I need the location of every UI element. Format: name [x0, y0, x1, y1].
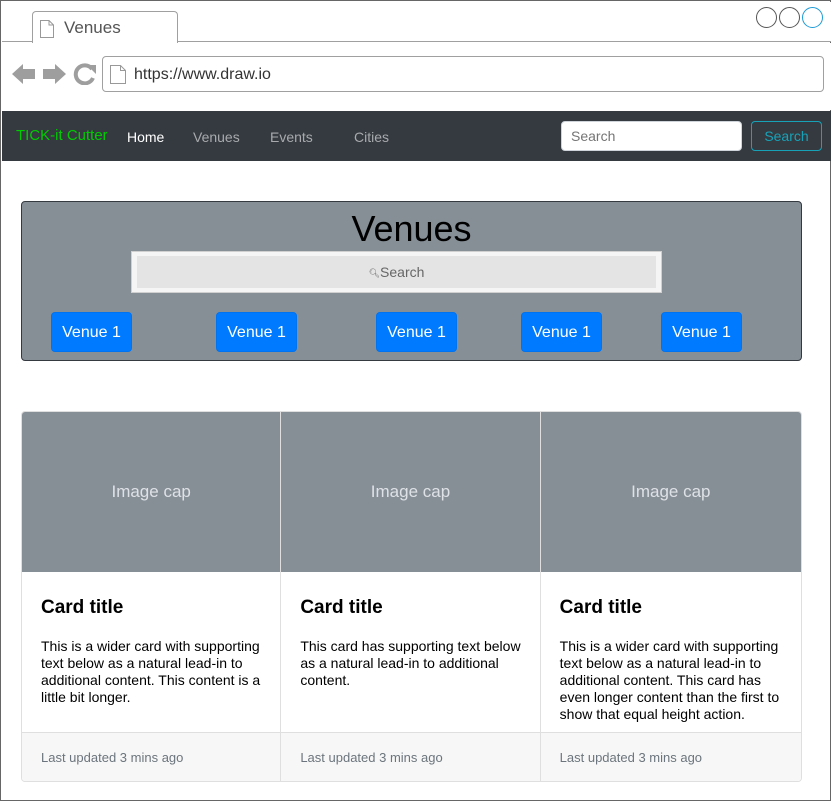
venue-button[interactable]: Venue 1 — [216, 312, 297, 352]
image-caption: Image cap — [111, 482, 191, 501]
card-title: Card title — [300, 597, 383, 618]
card-footer: Last updated 3 mins ago — [22, 732, 281, 781]
address-bar[interactable]: https://www.draw.io — [102, 56, 824, 92]
card-text: This is a wider card with supporting tex… — [41, 638, 261, 705]
card-text: This is a wider card with supporting tex… — [559, 638, 780, 722]
browser-tab[interactable]: Venues — [32, 11, 178, 44]
venue-button[interactable]: Venue 1 — [376, 312, 457, 352]
back-arrow-icon[interactable] — [12, 63, 36, 85]
document-icon — [40, 20, 54, 38]
navbar: TICK-it Cutter Home Venues Events Cities… — [2, 111, 831, 161]
url-text: https://www.draw.io — [134, 66, 271, 83]
navbar-search-input[interactable] — [561, 121, 742, 151]
card-text: This card has supporting text below as a… — [300, 638, 521, 688]
brand-logo[interactable]: TICK-it Cutter — [16, 127, 108, 144]
page-icon — [110, 65, 126, 84]
nav-link-events[interactable]: Events — [270, 129, 313, 145]
card-footer: Last updated 3 mins ago — [281, 732, 540, 781]
card: Image cap Card title This is a wider car… — [540, 412, 801, 781]
card-title: Card title — [559, 597, 643, 618]
card-title: Card title — [41, 597, 124, 618]
card-footer-text: Last updated 3 mins ago — [41, 750, 184, 765]
card-group: Image cap Card title This is a wider car… — [21, 411, 802, 782]
minimize-button[interactable] — [756, 7, 777, 28]
forward-arrow-icon[interactable] — [42, 63, 66, 85]
browser-window: Venues https://www.draw.io TICK-it Cutte… — [0, 0, 831, 801]
venue-button[interactable]: Venue 1 — [51, 312, 132, 352]
card: Image cap Card title This is a wider car… — [22, 412, 282, 781]
card-footer-text: Last updated 3 mins ago — [300, 750, 443, 765]
card-image: Image cap — [22, 412, 281, 572]
image-caption: Image cap — [631, 482, 711, 501]
card-footer-text: Last updated 3 mins ago — [559, 750, 703, 765]
card: Image cap Card title This card has suppo… — [281, 412, 541, 781]
venue-search-placeholder: Search — [380, 264, 425, 280]
restore-button[interactable] — [779, 7, 800, 28]
nav-link-home[interactable]: Home — [127, 129, 164, 145]
venue-button[interactable]: Venue 1 — [661, 312, 742, 352]
card-footer: Last updated 3 mins ago — [540, 732, 801, 781]
venue-search-field[interactable]: 🔍︎Search — [131, 251, 662, 293]
image-caption: Image cap — [370, 482, 451, 501]
card-image: Image cap — [281, 412, 540, 572]
venue-button[interactable]: Venue 1 — [521, 312, 602, 352]
navbar-search-button[interactable]: Search — [751, 121, 822, 151]
close-button[interactable] — [802, 7, 823, 28]
search-icon: 🔍︎ — [368, 268, 381, 278]
venue-search-input[interactable]: 🔍︎Search — [137, 256, 656, 288]
nav-link-venues[interactable]: Venues — [193, 129, 240, 145]
address-row: https://www.draw.io — [2, 43, 831, 110]
card-image: Image cap — [540, 412, 801, 572]
tab-title: Venues — [64, 18, 121, 37]
venues-jumbotron: Venues 🔍︎Search Venue 1 Venue 1 Venue 1 … — [21, 201, 802, 361]
reload-icon[interactable] — [73, 63, 97, 85]
page-title: Venues — [351, 208, 472, 249]
tab-bar: Venues — [2, 2, 831, 44]
nav-link-cities[interactable]: Cities — [354, 129, 389, 145]
